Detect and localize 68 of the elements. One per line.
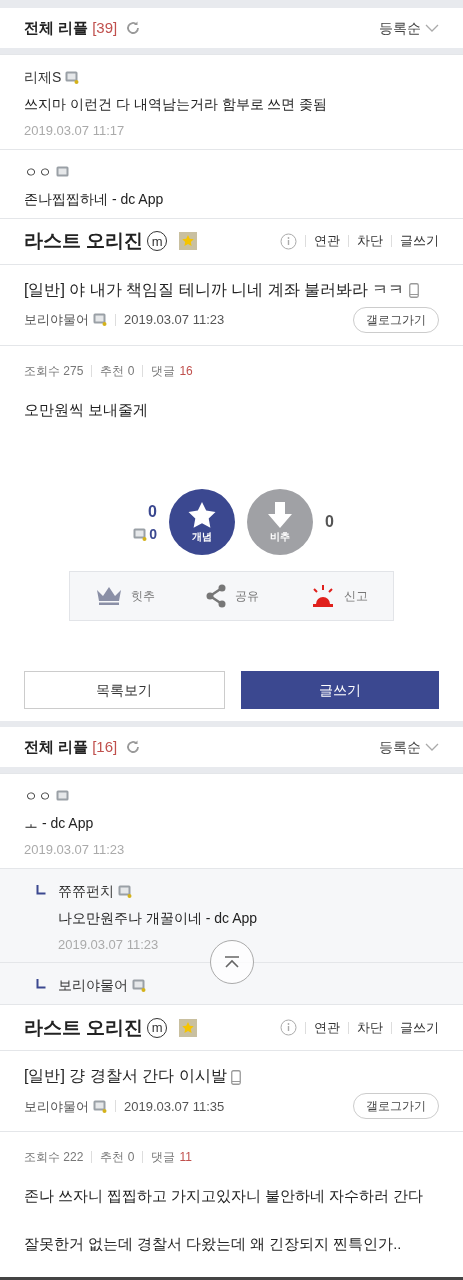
- memo-badge-icon: [93, 1099, 107, 1113]
- gallery-action-link[interactable]: 글쓰기: [400, 1018, 439, 1038]
- star-icon: [186, 500, 217, 529]
- comment-count: [39]: [92, 17, 118, 38]
- downvote-count: 0: [324, 512, 334, 533]
- comment-author[interactable]: ㅇㅇ: [24, 161, 52, 183]
- comment-count: [16]: [92, 737, 118, 757]
- comment-text: 나오만원주나 개꿀이네 - dc App: [58, 908, 258, 928]
- post-author[interactable]: 보리야물어: [24, 1096, 89, 1116]
- comment-author[interactable]: 쮸쮸펀치: [58, 880, 114, 902]
- gallery-action-link[interactable]: 차단: [357, 231, 383, 251]
- crown-icon: [95, 586, 124, 607]
- chevron-down-icon: [425, 743, 439, 752]
- recommend-count: 추천 0: [100, 1149, 135, 1167]
- reply-count: 16: [179, 362, 193, 380]
- share-bar-item[interactable]: 공유: [205, 584, 260, 609]
- share-icon: [205, 584, 228, 609]
- gallery-action-link[interactable]: 차단: [357, 1018, 383, 1038]
- memo-badge-icon: [133, 527, 148, 541]
- sort-dropdown[interactable]: 등록순: [379, 17, 439, 39]
- post-title: [일반] 걍 경찰서 간다 이시발: [24, 1067, 227, 1085]
- gallery-name[interactable]: 라스트 오리진: [24, 226, 144, 256]
- fixed-upvote-count: 0: [149, 524, 157, 544]
- post-body-text: 잘못한거 없는데 경찰서 다왔는데 왜 긴장되지 찐특인가..: [24, 1235, 403, 1254]
- post-body-text: 오만원씩 보내줄게: [24, 400, 150, 420]
- reply-count-label: 댓글: [151, 362, 176, 380]
- comment-text: ㅗ - dc App: [24, 814, 95, 834]
- comment-time: 2019.03.07 11:17: [24, 122, 126, 140]
- comment-author[interactable]: 리제S: [24, 67, 62, 88]
- post-author[interactable]: 보리야물어: [24, 309, 89, 330]
- comment-text: 존나찝찝하네 - dc App: [24, 189, 165, 209]
- comment-time: 2019.03.07 11:23: [58, 935, 160, 954]
- gallery-action-link[interactable]: 글쓰기: [400, 231, 439, 251]
- upvote-count: 0: [148, 501, 157, 522]
- gallery-action-link[interactable]: 연관: [314, 1018, 340, 1038]
- refresh-icon[interactable]: [125, 739, 142, 756]
- post-title: [일반] 야 내가 책임질 테니까 니네 계좌 불러봐라 ㅋㅋ: [24, 280, 405, 298]
- chevron-up-icon: [224, 956, 240, 968]
- reply-count: 11: [179, 1149, 192, 1167]
- post-body-text: 존나 쓰자니 찝찝하고 가지고있자니 불안하네 자수하러 간다: [24, 1187, 425, 1207]
- list-button[interactable]: 목록보기: [24, 671, 225, 710]
- recommend-count: 추천 0: [100, 362, 135, 380]
- comment-author[interactable]: 보리야물어: [58, 975, 128, 997]
- reply-count-label: 댓글: [151, 1149, 176, 1167]
- post-date: 2019.03.07 11:35: [124, 1097, 225, 1116]
- refresh-icon[interactable]: [125, 20, 142, 36]
- memo-badge-icon: [93, 313, 107, 326]
- share-bar-item[interactable]: 신고: [309, 584, 368, 609]
- info-icon[interactable]: [280, 232, 297, 250]
- comment-author[interactable]: ㅇㅇ: [24, 786, 52, 808]
- comments-title: 전체 리플: [24, 737, 89, 757]
- view-count: 조회수 275: [24, 362, 84, 380]
- gallery-name[interactable]: 라스트 오리진: [24, 1013, 144, 1042]
- comments-title: 전체 리플: [24, 17, 89, 38]
- sort-dropdown[interactable]: 등록순: [379, 736, 439, 758]
- gallery-action-link[interactable]: 연관: [314, 231, 340, 251]
- phone-icon: [408, 282, 419, 298]
- upvote-button[interactable]: 개념: [168, 489, 235, 556]
- post-date: 2019.03.07 11:23: [124, 310, 225, 329]
- chevron-down-icon: [425, 24, 439, 32]
- info-icon[interactable]: [280, 1019, 297, 1037]
- arrow-down-icon: [266, 500, 293, 529]
- comment-time: 2019.03.07 11:23: [24, 841, 126, 860]
- write-button[interactable]: 글쓰기: [240, 671, 439, 710]
- view-count: 조회수 222: [24, 1149, 84, 1167]
- share-bar-item[interactable]: 힛추: [95, 586, 156, 607]
- phone-icon: [231, 1069, 242, 1085]
- comment-text: 쓰지마 이런건 다 내역남는거라 함부로 쓰면 좆됨: [24, 95, 329, 114]
